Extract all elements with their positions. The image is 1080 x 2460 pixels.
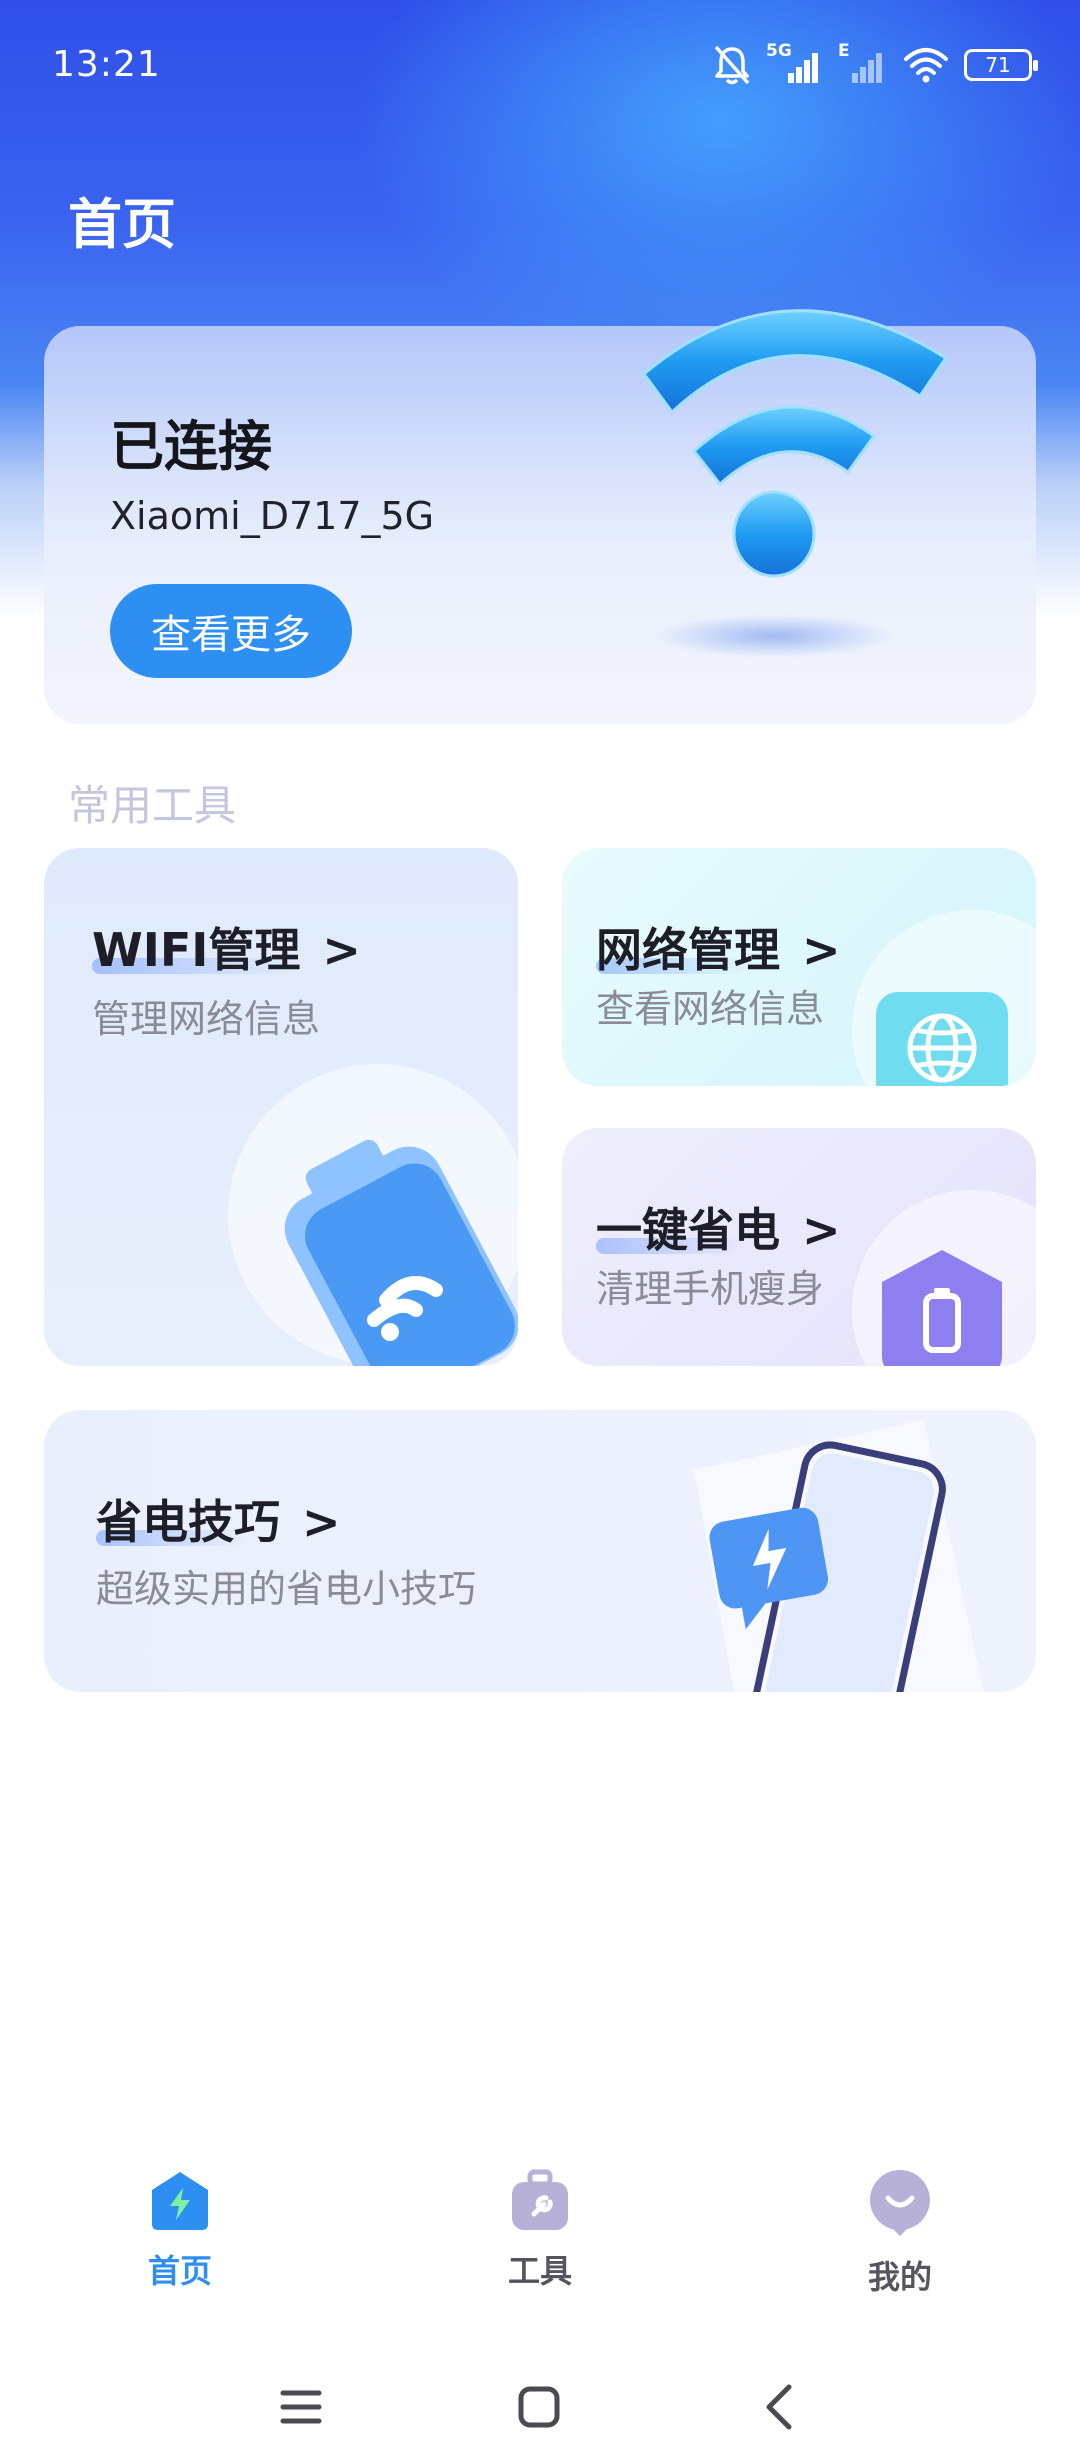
back-chevron-icon — [766, 2384, 792, 2430]
phone-charging-illustration-icon — [694, 1420, 984, 1692]
status-icons: 5G E 71 — [712, 40, 1038, 90]
wifi-illustration-icon — [641, 309, 949, 658]
wifi-management-subtitle: 管理网络信息 — [92, 997, 321, 1041]
nav-label-home: 首页 — [147, 2252, 212, 2290]
menu-button[interactable] — [266, 2372, 336, 2442]
toolbox-icon — [512, 2169, 568, 2230]
section-title-tools: 常用工具 — [68, 781, 237, 830]
battery-indicator: 71 — [964, 49, 1038, 81]
wifi-management-card[interactable]: WIFI管理 > 管理网络信息 — [44, 848, 518, 1366]
status-time: 13:21 — [52, 44, 161, 85]
chevron-right-icon: > — [322, 923, 361, 977]
view-more-button[interactable]: 查看更多 — [110, 584, 352, 678]
battery-hexagon-illustration-icon — [852, 1190, 1036, 1366]
wifi-status-icon — [904, 48, 948, 83]
system-navigation-bar — [0, 2350, 1080, 2460]
back-button[interactable] — [744, 2372, 814, 2442]
wifi-management-label: WIFI管理 — [92, 923, 301, 977]
network-management-title: 网络管理 > — [596, 914, 841, 980]
power-tips-label: 省电技巧 — [96, 1495, 280, 1549]
power-saving-subtitle: 清理手机瘦身 — [596, 1267, 825, 1311]
nav-label-profile: 我的 — [867, 2258, 932, 2296]
nav-label-tools: 工具 — [507, 2252, 572, 2290]
network-management-label: 网络管理 — [596, 923, 780, 977]
nav-item-home[interactable]: 首页 — [80, 2168, 280, 2292]
square-home-icon — [518, 2386, 560, 2428]
power-tips-card[interactable]: 省电技巧 > 超级实用的省电小技巧 — [44, 1410, 1036, 1692]
power-saving-title: 一键省电 > — [596, 1194, 841, 1260]
power-tips-subtitle: 超级实用的省电小技巧 — [96, 1567, 477, 1611]
power-tips-title: 省电技巧 > — [96, 1486, 341, 1552]
connection-card: 已连接 Xiaomi_D717_5G 查看更多 — [44, 309, 1036, 724]
battery-level: 71 — [985, 53, 1011, 77]
bell-muted-icon — [714, 45, 750, 85]
home-bolt-icon — [152, 2172, 208, 2230]
connection-ssid: Xiaomi_D717_5G — [110, 494, 435, 538]
battery-wifi-illustration-icon — [228, 1064, 518, 1366]
page-title: 首页 — [68, 193, 176, 256]
signal-5g-icon: 5G — [766, 41, 824, 87]
chevron-right-icon: > — [302, 1495, 341, 1549]
network-management-card[interactable]: 网络管理 > 查看网络信息 — [562, 848, 1036, 1086]
home-button[interactable] — [504, 2372, 574, 2442]
profile-smile-icon — [869, 2170, 930, 2236]
wifi-management-title: WIFI管理 > — [92, 914, 361, 980]
menu-icon — [280, 2390, 322, 2424]
power-saving-label: 一键省电 — [596, 1203, 780, 1257]
nav-item-tools[interactable]: 工具 — [440, 2168, 640, 2292]
power-saving-card[interactable]: 一键省电 > 清理手机瘦身 — [562, 1128, 1036, 1366]
connection-status: 已连接 — [110, 415, 272, 478]
bottom-navigation: 首页 工具 我的 — [0, 2168, 1080, 2338]
globe-illustration-icon — [852, 910, 1036, 1086]
signal-e-icon: E — [838, 41, 888, 87]
status-bar: 13:21 5G E 71 — [0, 0, 1080, 130]
network-management-subtitle: 查看网络信息 — [596, 987, 825, 1031]
nav-item-profile[interactable]: 我的 — [800, 2168, 1000, 2298]
